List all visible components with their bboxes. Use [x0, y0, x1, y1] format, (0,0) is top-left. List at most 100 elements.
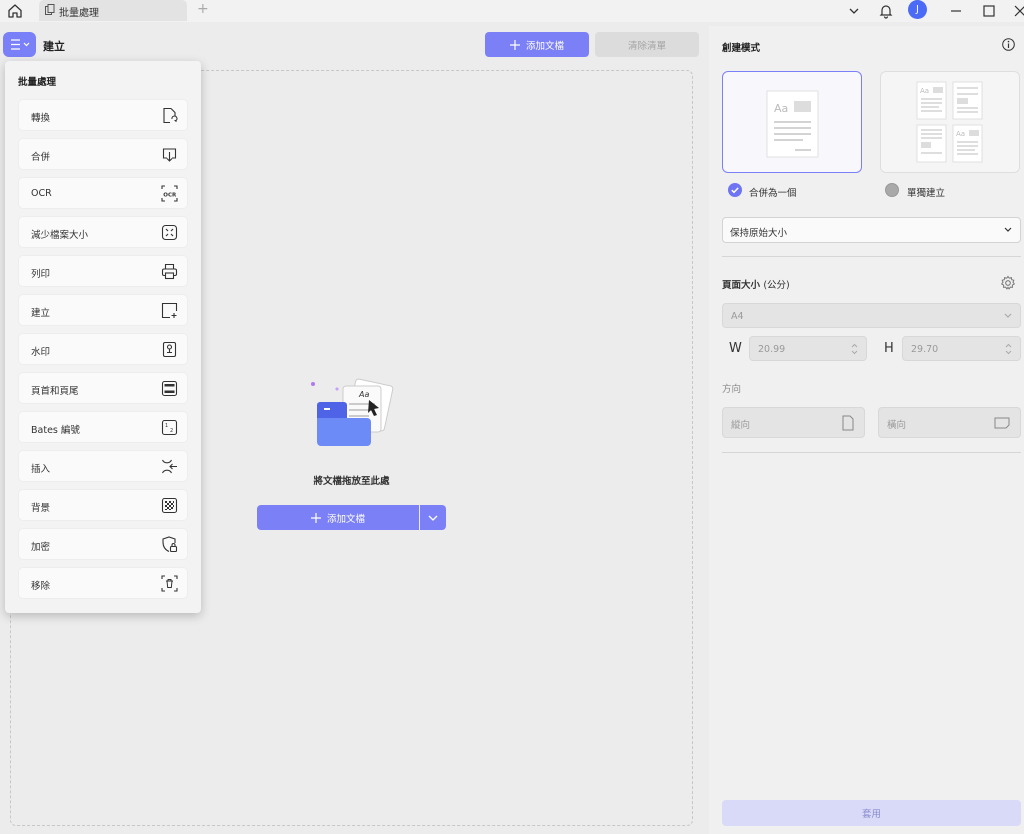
insert-icon	[161, 458, 178, 475]
menu-item-compress[interactable]: 減少檔案大小	[18, 216, 188, 248]
chevron-down-icon[interactable]	[846, 3, 862, 19]
menu-item-label: 合併	[31, 152, 51, 163]
add-files-center-button[interactable]: 添加文檔	[257, 505, 419, 530]
add-files-dropdown-button[interactable]	[420, 505, 446, 530]
bates-icon: 12	[161, 419, 178, 436]
apply-button[interactable]: 套用	[722, 800, 1021, 826]
svg-text:Aa: Aa	[956, 130, 965, 138]
maximize-icon[interactable]	[981, 3, 997, 19]
menu-item-label: 列印	[31, 269, 51, 280]
remove-icon	[161, 575, 178, 592]
width-field[interactable]: 20.99	[749, 336, 867, 361]
menu-item-create[interactable]: 建立	[18, 294, 188, 326]
landscape-page-icon	[994, 417, 1010, 429]
height-field[interactable]: 29.70	[902, 336, 1021, 361]
bell-icon[interactable]	[878, 3, 894, 19]
new-tab-button[interactable]: +	[197, 2, 209, 16]
compress-icon	[161, 224, 178, 241]
menu-item-label: 背景	[31, 503, 51, 514]
menu-item-insert[interactable]: 插入	[18, 450, 188, 482]
menu-item-print[interactable]: 列印	[18, 255, 188, 287]
info-icon[interactable]	[1002, 38, 1015, 51]
menu-item-label: 建立	[31, 308, 51, 319]
menu-heading: 批量處理	[18, 77, 57, 88]
menu-item-convert[interactable]: 轉換	[18, 99, 188, 131]
menu-item-label: Bates 編號	[31, 425, 80, 436]
batch-menu: 批量處理 轉換 合併 OCR OCR 減少檔案大小 列印 建立 水印 頁首和頁尾…	[5, 61, 201, 613]
header-footer-icon	[161, 380, 178, 397]
tab-doc-icon	[45, 4, 55, 16]
folder-illustration-icon: Aa	[307, 378, 399, 453]
svg-text:Aa: Aa	[774, 102, 788, 115]
clear-list-button[interactable]: 清除清單	[595, 32, 699, 57]
minimize-icon[interactable]	[948, 3, 964, 19]
height-value: 29.70	[911, 344, 939, 355]
menu-item-label: 插入	[31, 464, 51, 475]
orientation-title: 方向	[722, 384, 742, 395]
landscape-label: 橫向	[887, 420, 907, 431]
tab-batch[interactable]: 批量處理	[39, 0, 187, 21]
add-files-button[interactable]: 添加文檔	[485, 32, 589, 57]
stepper-icon[interactable]	[851, 343, 858, 355]
home-icon[interactable]	[6, 2, 24, 20]
size-mode-value: 保持原始大小	[730, 228, 788, 239]
menu-item-encrypt[interactable]: 加密	[18, 528, 188, 560]
plus-icon	[310, 512, 321, 523]
merge-mode-card[interactable]: Aa	[722, 71, 862, 173]
portrait-label: 縱向	[731, 420, 751, 431]
divider	[722, 256, 1021, 257]
svg-text:2: 2	[170, 428, 173, 434]
panel-title: 創建模式	[722, 43, 761, 54]
menu-item-label: 水印	[31, 347, 51, 358]
settings-panel: 創建模式 Aa Aa Aa 合併為一個 單獨建立 保持原始大小 頁面大小 (公分…	[709, 26, 1024, 834]
convert-icon	[161, 107, 178, 124]
page-size-title: 頁面大小 (公分)	[722, 280, 790, 291]
menu-toggle-button[interactable]	[3, 32, 36, 57]
menu-item-bates[interactable]: Bates 編號 12	[18, 411, 188, 443]
merge-icon	[161, 146, 178, 163]
menu-item-merge[interactable]: 合併	[18, 138, 188, 170]
svg-text:OCR: OCR	[163, 193, 177, 199]
menu-item-background[interactable]: 背景	[18, 489, 188, 521]
create-icon	[161, 302, 178, 319]
portrait-page-icon	[842, 415, 854, 431]
separate-mode-card[interactable]: Aa Aa	[880, 71, 1020, 173]
add-files-label: 添加文檔	[525, 40, 564, 52]
height-label: H	[884, 341, 894, 356]
background-icon	[161, 497, 178, 514]
portrait-button[interactable]: 縱向	[722, 407, 865, 438]
merge-radio[interactable]	[728, 183, 742, 197]
stepper-icon[interactable]	[1005, 343, 1012, 355]
size-mode-select[interactable]: 保持原始大小	[722, 217, 1021, 243]
svg-text:Aa: Aa	[358, 390, 369, 399]
avatar[interactable]: J	[908, 0, 927, 19]
encrypt-icon	[161, 536, 178, 553]
menu-item-header-footer[interactable]: 頁首和頁尾	[18, 372, 188, 404]
clear-list-label: 清除清單	[627, 40, 666, 52]
width-label: W	[729, 341, 742, 356]
plus-icon	[509, 39, 520, 50]
gear-icon[interactable]	[1000, 275, 1016, 291]
print-icon	[161, 263, 178, 280]
tab-label: 批量處理	[59, 8, 99, 19]
ocr-icon: OCR	[161, 185, 178, 202]
menu-item-watermark[interactable]: 水印	[18, 333, 188, 365]
chevron-down-icon	[1004, 227, 1012, 233]
width-value: 20.99	[758, 344, 786, 355]
separate-radio[interactable]	[885, 183, 899, 197]
paper-size-select[interactable]: A4	[722, 303, 1021, 328]
landscape-button[interactable]: 橫向	[878, 407, 1021, 438]
menu-item-label: 加密	[31, 542, 51, 553]
menu-item-label: OCR	[31, 188, 52, 199]
menu-item-remove[interactable]: 移除	[18, 567, 188, 599]
menu-item-label: 頁首和頁尾	[31, 386, 79, 397]
merge-option-label: 合併為一個	[749, 188, 797, 199]
close-icon[interactable]	[1012, 3, 1024, 19]
watermark-icon	[161, 341, 178, 358]
title-bar: 批量處理 + J	[0, 0, 1024, 22]
page-title: 建立	[43, 40, 65, 53]
menu-item-label: 轉換	[31, 113, 51, 124]
svg-text:Aa: Aa	[920, 87, 929, 95]
menu-item-label: 移除	[31, 581, 51, 592]
menu-item-ocr[interactable]: OCR OCR	[18, 177, 188, 209]
